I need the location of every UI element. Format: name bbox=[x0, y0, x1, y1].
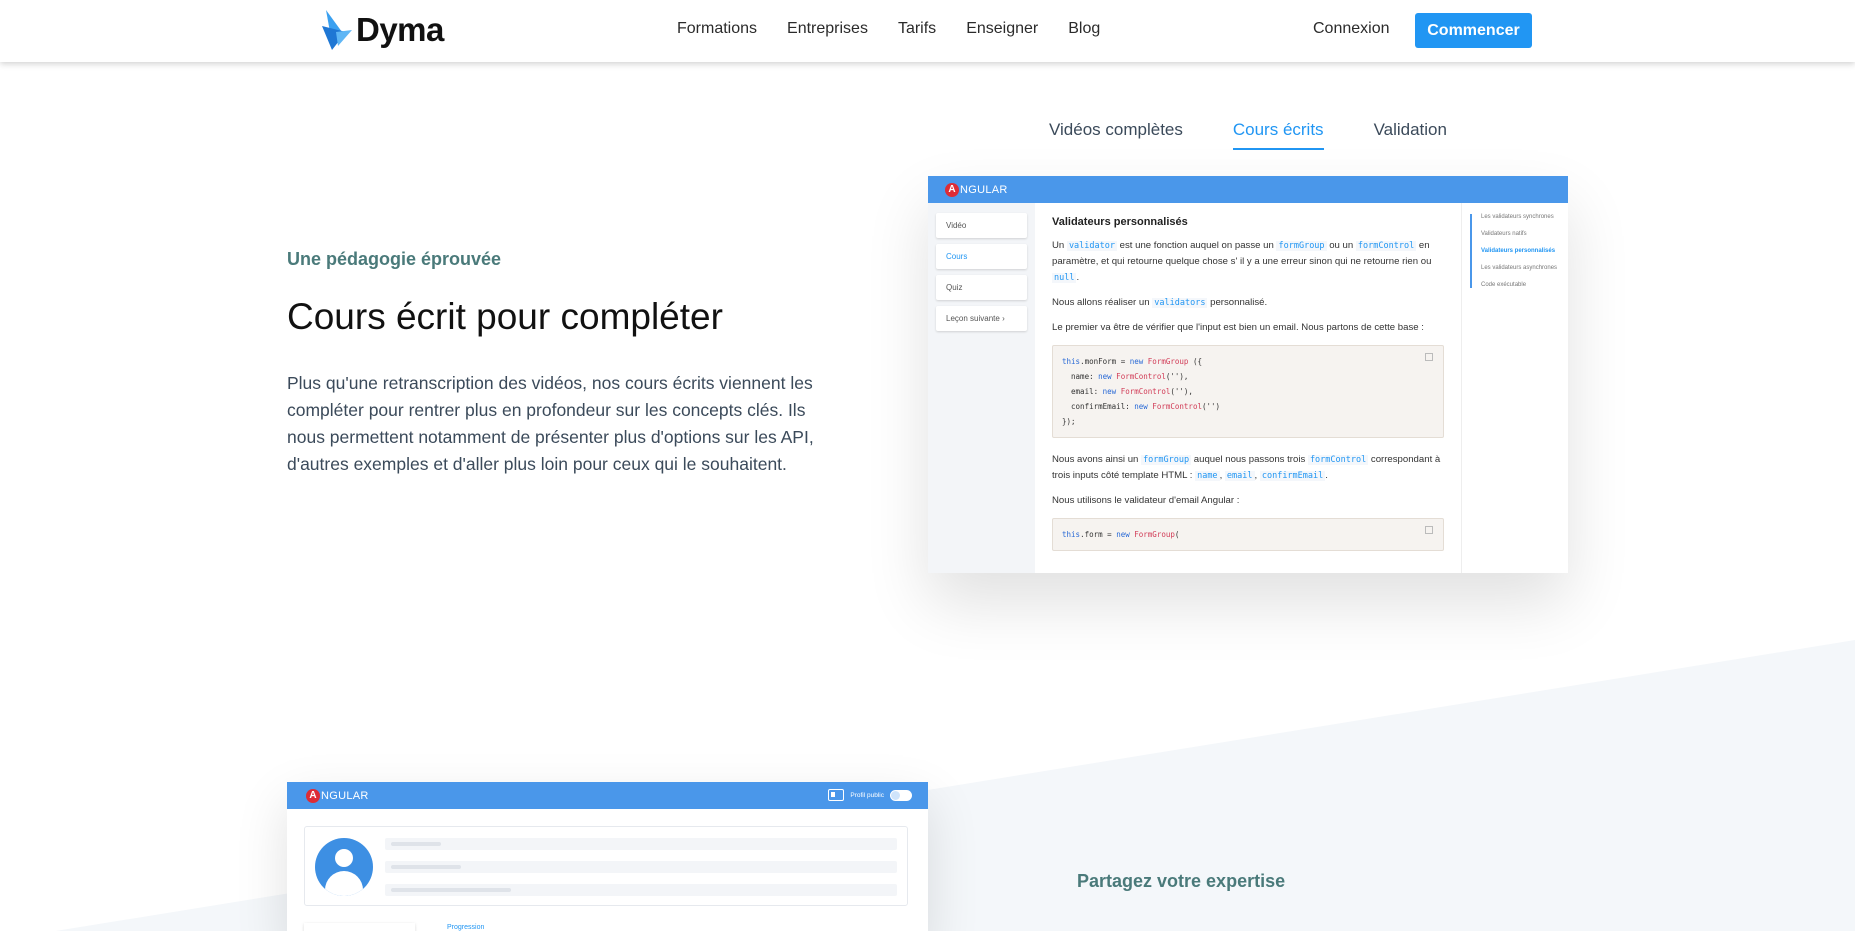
placeholder-line bbox=[385, 861, 897, 873]
id-card-icon bbox=[828, 789, 845, 801]
course-paragraph-3: Le premier va être de vérifier que l'inp… bbox=[1052, 322, 1424, 333]
feature-tabs: Vidéos complètes Cours écrits Validation bbox=[1049, 120, 1497, 150]
course-sidebar: Vidéo Cours Quiz Leçon suivante › bbox=[928, 203, 1035, 573]
public-profile-control: Profil public bbox=[828, 789, 912, 801]
nav-tarifs[interactable]: Tarifs bbox=[898, 20, 936, 38]
profile-card bbox=[304, 826, 908, 906]
profile-tile bbox=[304, 923, 415, 931]
side-item-next-lesson[interactable]: Leçon suivante › bbox=[936, 306, 1027, 331]
logo[interactable]: Dyma bbox=[322, 10, 444, 50]
course-paragraph-4: Nous avons ainsi un formGroup auquel nou… bbox=[1052, 454, 1441, 481]
angular-logo-icon: A bbox=[945, 182, 959, 197]
section-eyebrow: Une pédagogie éprouvée bbox=[287, 249, 502, 269]
nav-enseigner[interactable]: Enseigner bbox=[966, 20, 1038, 38]
tab-validation[interactable]: Validation bbox=[1374, 120, 1447, 150]
site-header: Dyma Formations Entreprises Tarifs Ensei… bbox=[0, 0, 1855, 62]
toc-item[interactable]: Validateurs natifs bbox=[1481, 231, 1560, 237]
toc-item[interactable]: Les validateurs synchrones bbox=[1481, 214, 1560, 220]
angular-wordmark: NGULAR bbox=[960, 183, 1008, 196]
dyma-bird-icon bbox=[322, 10, 352, 50]
profile-screenshot: A NGULAR Profil public Progression bbox=[287, 782, 928, 931]
start-button[interactable]: Commencer bbox=[1415, 13, 1532, 48]
angular-wordmark: NGULAR bbox=[321, 789, 369, 802]
code-block-1: this.monForm = new FormGroup ({ name: ne… bbox=[1052, 345, 1444, 438]
copy-icon[interactable] bbox=[1425, 353, 1433, 361]
section2-eyebrow: Partagez votre expertise bbox=[1077, 871, 1286, 891]
course-screenshot: A NGULAR Vidéo Cours Quiz Leçon suivante… bbox=[928, 176, 1568, 573]
user-body-icon bbox=[325, 871, 363, 896]
public-profile-label: Profil public bbox=[850, 791, 884, 799]
section-description: Plus qu'une retranscription des vidéos, … bbox=[287, 373, 814, 474]
side-item-quiz[interactable]: Quiz bbox=[936, 275, 1027, 300]
chevron-right-icon: › bbox=[1002, 314, 1005, 323]
side-item-cours[interactable]: Cours bbox=[936, 244, 1027, 269]
tab-cours-ecrits[interactable]: Cours écrits bbox=[1232, 120, 1324, 150]
login-link[interactable]: Connexion bbox=[1313, 20, 1390, 38]
nav-blog[interactable]: Blog bbox=[1068, 20, 1100, 38]
angular-logo-icon: A bbox=[306, 788, 320, 803]
code-block-2: this.form = new FormGroup( bbox=[1052, 518, 1444, 551]
course-content: Validateurs personnalisés Un validator e… bbox=[1035, 203, 1461, 573]
placeholder-line bbox=[385, 884, 897, 896]
section-title: Cours écrit pour compléter bbox=[287, 296, 723, 337]
avatar bbox=[315, 838, 373, 896]
course-toc: Les validateurs synchrones Validateurs n… bbox=[1461, 203, 1568, 573]
copy-icon[interactable] bbox=[1425, 526, 1433, 534]
profile-topbar: A NGULAR Profil public bbox=[287, 782, 928, 809]
course-paragraph-1: Un validator est une fonction auquel on … bbox=[1052, 240, 1432, 283]
course-topbar: A NGULAR bbox=[928, 176, 1568, 203]
side-item-video[interactable]: Vidéo bbox=[936, 213, 1027, 238]
next-lesson-label: Leçon suivante bbox=[946, 314, 1000, 323]
toc-item-active[interactable]: Validateurs personnalisés bbox=[1481, 248, 1560, 254]
tab-videos[interactable]: Vidéos complètes bbox=[1049, 120, 1183, 150]
course-paragraph-2: Nous allons réaliser un validators perso… bbox=[1052, 297, 1268, 308]
toc-list: Les validateurs synchrones Validateurs n… bbox=[1470, 214, 1560, 288]
course-heading: Validateurs personnalisés bbox=[1052, 216, 1188, 228]
toc-item[interactable]: Les validateurs asynchrones bbox=[1481, 265, 1560, 271]
nav-formations[interactable]: Formations bbox=[677, 20, 757, 38]
toc-item[interactable]: Code exécutable bbox=[1481, 282, 1560, 288]
user-head-icon bbox=[335, 849, 353, 867]
public-profile-toggle[interactable] bbox=[890, 789, 912, 801]
main-nav: Formations Entreprises Tarifs Enseigner … bbox=[677, 20, 1130, 38]
logo-text: Dyma bbox=[356, 11, 444, 48]
course-paragraph-5: Nous utilisons le validateur d'email Ang… bbox=[1052, 495, 1240, 506]
course-body: Vidéo Cours Quiz Leçon suivante › Valida… bbox=[928, 203, 1568, 573]
progress-label: Progression bbox=[447, 924, 485, 931]
nav-entreprises[interactable]: Entreprises bbox=[787, 20, 868, 38]
placeholder-line bbox=[385, 838, 897, 850]
